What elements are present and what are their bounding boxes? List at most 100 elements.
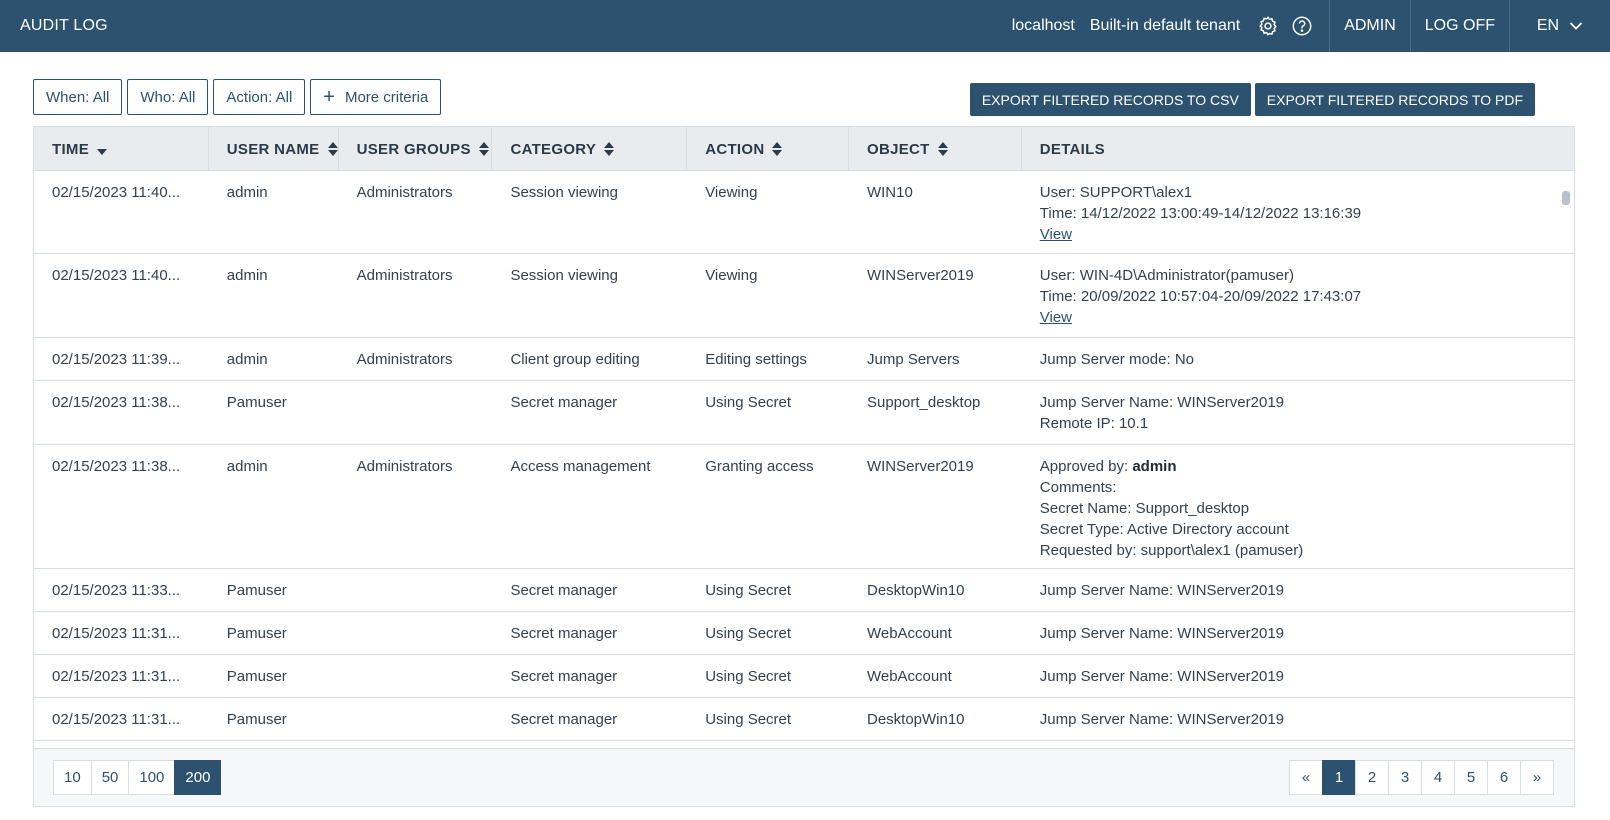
cell-details: Jump Server Name: WINServer2019 — [1022, 612, 1574, 654]
top-bar-right: localhost Built-in default tenant ADMIN … — [1012, 0, 1610, 52]
cell-action: Using Secret — [705, 625, 792, 642]
approved-by-label: Approved by: — [1039, 458, 1133, 475]
view-link[interactable]: View — [1040, 307, 1574, 328]
column-header-label: DETAILS — [1039, 140, 1105, 158]
page-button-3[interactable]: 3 — [1388, 760, 1422, 795]
action-filter-button[interactable]: Action: All — [213, 79, 306, 115]
cell-category: Secret manager — [510, 394, 618, 411]
cell-time: 02/15/2023 11:38... — [52, 394, 181, 411]
cell-user-name: admin — [226, 267, 268, 284]
cell-time: 02/15/2023 11:40... — [52, 267, 181, 284]
table-row[interactable]: 02/15/2023 11:40... admin Administrators Se… — [34, 171, 1574, 254]
table-row[interactable]: 02/15/2023 11:40... admin Administrators Se… — [34, 254, 1574, 338]
plus-icon: + — [323, 86, 335, 108]
table-body[interactable]: 02/15/2023 11:40... admin Administrators Se… — [34, 171, 1574, 748]
cell-user-groups: Administrators — [356, 184, 453, 201]
detail-line: Requested by: support\alex1 (pamuser) — [1039, 542, 1304, 559]
page-size-10[interactable]: 10 — [53, 760, 92, 795]
help-icon[interactable] — [1289, 13, 1315, 39]
language-selector[interactable]: EN — [1510, 0, 1610, 52]
more-criteria-button[interactable]: + More criteria — [310, 79, 442, 115]
cell-category: Secret manager — [510, 625, 618, 642]
page-button-2[interactable]: 2 — [1355, 760, 1389, 795]
page-button-4[interactable]: 4 — [1421, 760, 1455, 795]
column-header-label: USER NAME — [226, 140, 320, 158]
column-header-user-name[interactable]: USER NAME — [209, 127, 339, 171]
cell-action: Editing settings — [705, 351, 807, 368]
column-header-label: USER GROUPS — [356, 140, 471, 158]
table-row[interactable]: 02/15/2023 11:31... Pamuser Secret manager… — [34, 612, 1574, 655]
column-header-object[interactable]: OBJECT — [849, 127, 1022, 171]
table-row[interactable]: 02/15/2023 11:31... Pamuser Secret manager… — [34, 698, 1574, 741]
column-header-action[interactable]: ACTION — [687, 127, 849, 171]
sort-desc-icon — [97, 148, 108, 156]
sort-icon — [604, 141, 615, 157]
column-header-details: DETAILS — [1022, 127, 1574, 171]
cell-time: 02/15/2023 11:40... — [52, 184, 181, 201]
cell-user-groups — [339, 612, 493, 654]
page-size-200[interactable]: 200 — [174, 760, 222, 795]
table-footer: 10 50 100 200 «1 2 3 4 5 6» — [34, 748, 1574, 806]
tenant-name[interactable]: Built-in default tenant — [1090, 17, 1240, 35]
cell-category: Access management — [510, 458, 651, 475]
who-filter-button[interactable]: Who: All — [127, 79, 209, 115]
column-header-time[interactable]: TIME — [34, 127, 209, 171]
detail-line: Jump Server Name: WINServer2019 — [1039, 394, 1285, 411]
table-row[interactable]: 02/15/2023 11:38... admin Administrators Ac… — [34, 445, 1574, 569]
detail-line: Remote IP: 10.1 — [1039, 415, 1149, 432]
cell-user-name: admin — [226, 184, 268, 201]
cell-object: DesktopWin10 — [866, 582, 965, 599]
cell-user-groups: Administrators — [356, 267, 453, 284]
cell-user-groups: Administrators — [356, 351, 453, 368]
cell-time: 02/15/2023 11:33... — [52, 582, 181, 599]
table-row[interactable]: 02/15/2023 11:33... Pamuser Secret manager… — [34, 569, 1574, 612]
approved-by-value: admin — [1132, 458, 1177, 475]
table-row[interactable]: 02/15/2023 11:39... admin Administrators Cl… — [34, 338, 1574, 381]
chevron-down-icon — [1569, 22, 1583, 30]
column-header-label: TIME — [52, 140, 90, 158]
next-page-button[interactable]: » — [1520, 760, 1554, 795]
cell-object: WIN10 — [866, 184, 913, 201]
column-header-category[interactable]: CATEGORY — [492, 127, 688, 171]
log-off-button[interactable]: LOG OFF — [1411, 0, 1509, 52]
export-pdf-button[interactable]: EXPORT FILTERED RECORDS TO PDF — [1254, 83, 1535, 116]
cell-details: User: WIN-4D\Administrator(pamuser) Time:… — [1022, 254, 1574, 337]
view-link[interactable]: View — [1040, 224, 1574, 245]
page-title: AUDIT LOG — [20, 17, 108, 34]
audit-log-table: TIME USER NAME USER GROUPS CATEGORY ACTION OB… — [33, 126, 1575, 807]
cell-user-groups — [339, 655, 493, 697]
page-button-1[interactable]: 1 — [1322, 760, 1356, 795]
sort-icon — [937, 141, 948, 157]
cell-object: Jump Servers — [866, 351, 960, 368]
page-size-50[interactable]: 50 — [90, 760, 130, 795]
page-button-6[interactable]: 6 — [1487, 760, 1521, 795]
prev-page-button[interactable]: « — [1289, 760, 1323, 795]
cell-details: Approved by: admin Comments: Secret Name: … — [1022, 445, 1574, 568]
detail-line: User: SUPPORT\alex1 — [1039, 184, 1193, 201]
cell-time: 02/15/2023 11:39... — [52, 351, 181, 368]
export-csv-button[interactable]: EXPORT FILTERED RECORDS TO CSV — [969, 83, 1251, 116]
cell-action: Viewing — [705, 267, 758, 284]
table-row[interactable]: 02/15/2023 11:38... Pamuser Secret manager… — [34, 381, 1574, 445]
cell-details: User: SUPPORT\alex1 Time: 14/12/2022 13:0… — [1022, 171, 1574, 253]
admin-button[interactable]: ADMIN — [1330, 0, 1410, 52]
cell-action: Using Secret — [705, 668, 792, 685]
column-header-label: OBJECT — [866, 140, 930, 158]
page-button-5[interactable]: 5 — [1454, 760, 1488, 795]
cell-time: 02/15/2023 11:31... — [52, 711, 181, 728]
detail-line: Comments: — [1039, 479, 1117, 496]
when-filter-button[interactable]: When: All — [33, 79, 123, 115]
scrollbar-thumb[interactable] — [1562, 191, 1570, 205]
pagination: «1 2 3 4 5 6» — [1289, 760, 1554, 795]
detail-line: Secret Name: Support_desktop — [1039, 500, 1250, 517]
cell-object: WebAccount — [866, 625, 952, 642]
cell-user-groups — [339, 381, 493, 444]
table-row[interactable]: 02/15/2023 11:31... Pamuser Secret manager… — [34, 655, 1574, 698]
gear-icon[interactable] — [1255, 13, 1281, 39]
column-header-user-groups[interactable]: USER GROUPS — [339, 127, 493, 171]
cell-user-groups: Administrators — [356, 458, 453, 475]
detail-line: User: WIN-4D\Administrator(pamuser) — [1039, 267, 1294, 284]
cell-object: WebAccount — [866, 668, 952, 685]
cell-details: Jump Server mode: No — [1022, 338, 1574, 380]
page-size-100[interactable]: 100 — [128, 760, 176, 795]
